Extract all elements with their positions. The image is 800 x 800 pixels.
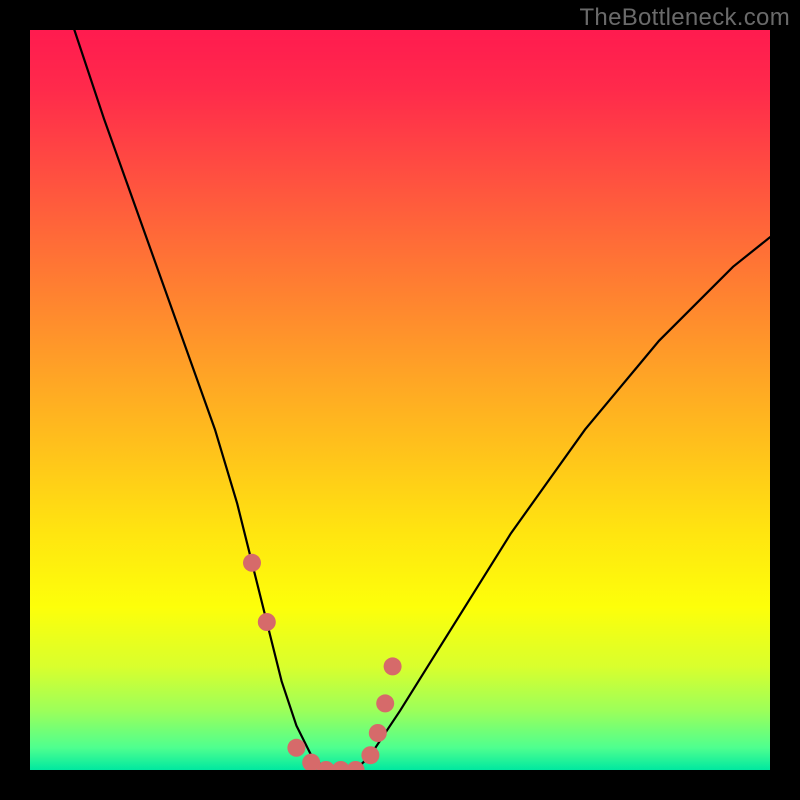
highlight-dot	[376, 694, 394, 712]
highlight-dot	[361, 746, 379, 764]
bottleneck-curve-svg	[30, 30, 770, 770]
bottleneck-curve-path	[74, 30, 770, 770]
chart-frame: TheBottleneck.com	[0, 0, 800, 800]
highlight-dot	[287, 739, 305, 757]
watermark-text: TheBottleneck.com	[579, 4, 790, 32]
highlight-dot	[243, 554, 261, 572]
highlight-dot	[369, 724, 387, 742]
highlight-marker-group	[243, 554, 402, 770]
plot-area	[30, 30, 770, 770]
highlight-dot	[384, 657, 402, 675]
highlight-dot	[258, 613, 276, 631]
